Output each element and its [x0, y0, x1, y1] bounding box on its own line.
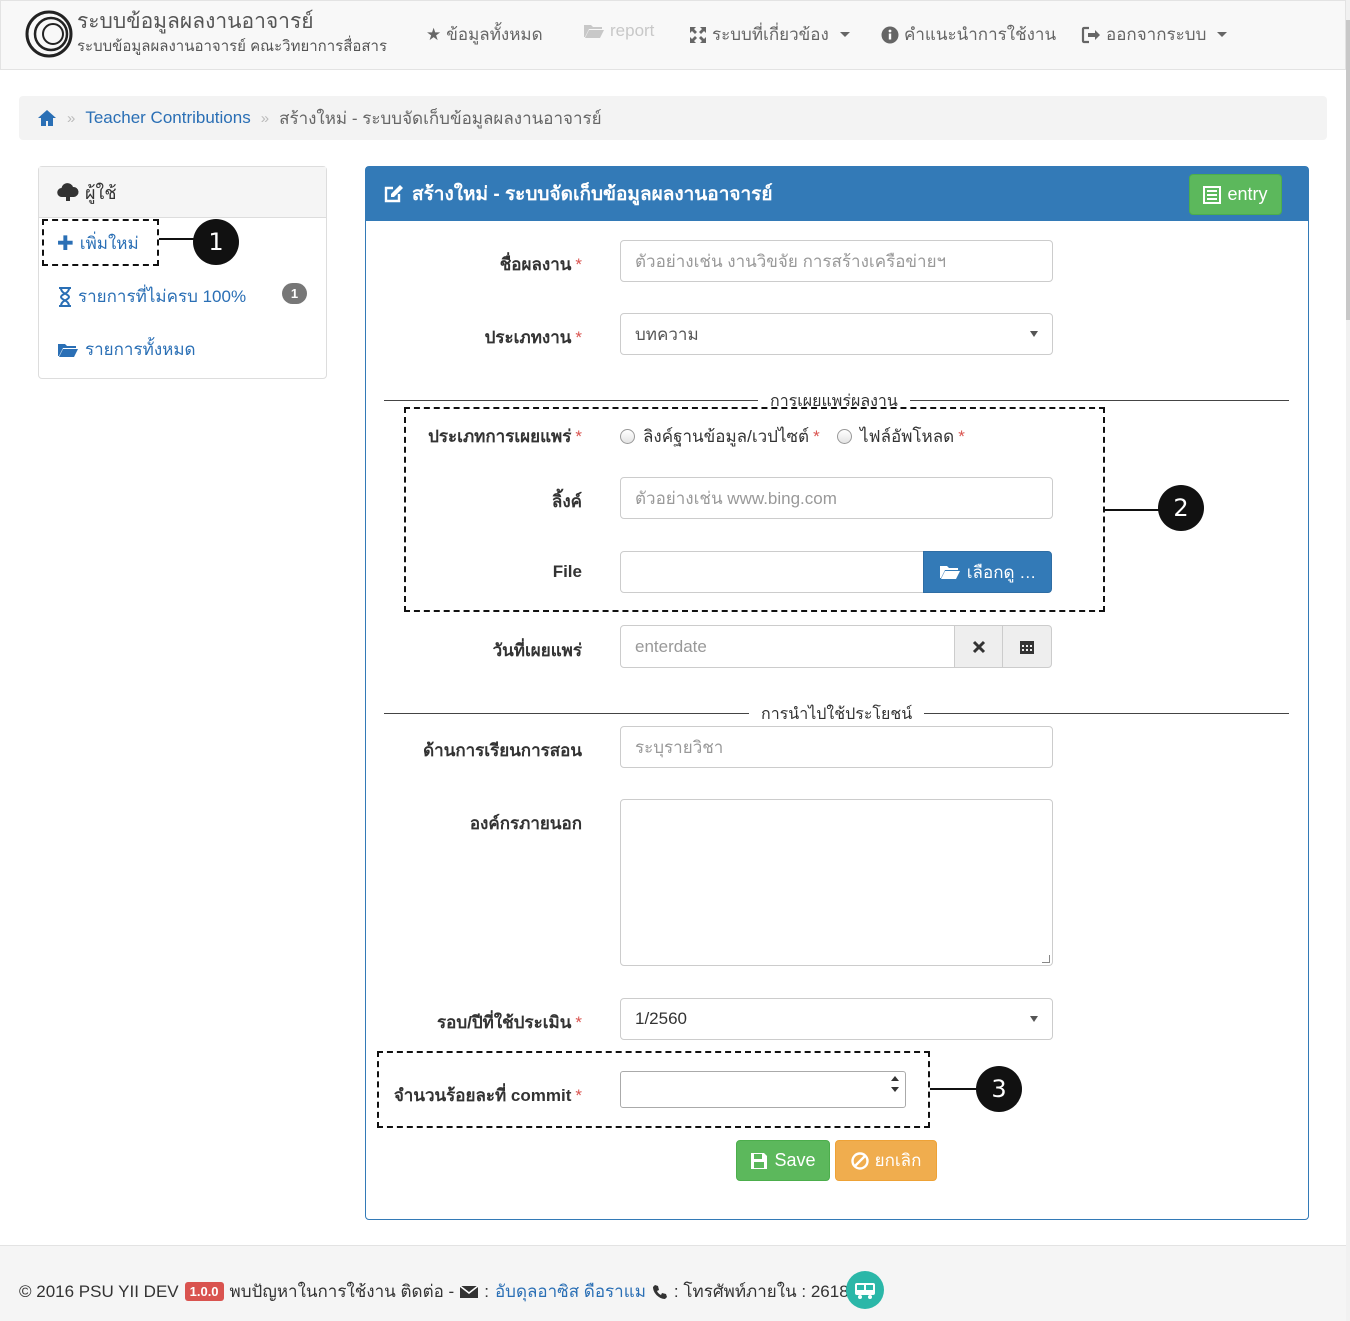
sidebar-item-incomplete[interactable]: รายการที่ไม่ครบ 100%: [58, 283, 246, 310]
colon-separator: :: [484, 1281, 489, 1301]
annotation-line-3: [930, 1088, 980, 1090]
chevron-down-icon: [839, 32, 850, 37]
logout-icon: [1081, 26, 1100, 43]
footer-content: © 2016 PSU YII DEV 1.0.0 พบปัญหาในการใช้…: [19, 1278, 849, 1305]
breadcrumb-current: สร้างใหม่ - ระบบจัดเก็บข้อมูลผลงานอาจารย…: [279, 108, 602, 128]
envelope-icon: [460, 1284, 479, 1298]
annotation-line-2: [1105, 509, 1165, 511]
entry-button[interactable]: entry: [1189, 174, 1282, 215]
eval-round-select[interactable]: 1/2560: [620, 998, 1053, 1040]
footer: © 2016 PSU YII DEV 1.0.0 พบปัญหาในการใช้…: [0, 1245, 1346, 1321]
annotation-marker-2: 2: [1158, 485, 1204, 531]
teaching-label: ด้านการเรียนการสอน: [423, 741, 582, 760]
resize-handle-icon[interactable]: [1042, 955, 1050, 963]
ban-icon: [850, 1151, 869, 1170]
calendar-icon: [1020, 640, 1034, 654]
sidebar-item-label: รายการที่ไม่ครบ 100%: [78, 287, 247, 306]
breadcrumb-separator: »: [260, 109, 270, 127]
annotation-box-3: [377, 1051, 930, 1128]
top-navbar: ระบบข้อมูลผลงานอาจารย์ ระบบข้อมูลผลงานอา…: [0, 0, 1346, 70]
annotation-box-2: [404, 407, 1105, 612]
annotation-marker-1: 1: [193, 219, 239, 265]
publish-date-input[interactable]: enterdate: [620, 625, 956, 668]
contact-name-link[interactable]: อับดุลอาซิส ดือราแม: [495, 1278, 646, 1305]
list-alt-icon: [1203, 185, 1222, 204]
cloud-upload-icon: [57, 183, 79, 201]
nav-report[interactable]: report: [583, 21, 654, 41]
star-icon: ★: [426, 24, 442, 44]
chevron-down-icon: [1030, 331, 1038, 337]
nav-logout[interactable]: ออกจากระบบ: [1081, 21, 1228, 48]
work-name-input[interactable]: ตัวอย่างเช่น งานวิขจัย การสร้างเครือข่าย…: [620, 240, 1053, 282]
home-icon[interactable]: [37, 109, 57, 127]
calendar-button[interactable]: [1002, 625, 1052, 668]
legend-benefit: การนำไปใช้ประโยชน์: [749, 702, 925, 727]
annotation-marker-3: 3: [976, 1066, 1022, 1112]
incomplete-count-badge: 1: [282, 283, 307, 304]
brand-logo[interactable]: [24, 9, 74, 59]
edit-icon: [384, 185, 403, 203]
breadcrumb: » Teacher Contributions » สร้างใหม่ - ระ…: [19, 96, 1327, 140]
clear-date-button[interactable]: [954, 625, 1004, 668]
breadcrumb-link[interactable]: Teacher Contributions: [85, 108, 250, 128]
close-icon: [972, 640, 986, 653]
phone-icon: [652, 1284, 667, 1299]
nav-label: ออกจากระบบ: [1106, 25, 1207, 44]
sidebar-item-all-items[interactable]: รายการทั้งหมด: [57, 336, 196, 363]
work-type-label: ประเภทงาน *: [484, 328, 582, 347]
entry-label: entry: [1227, 184, 1268, 204]
copyright-text: © 2016 PSU YII DEV: [19, 1281, 179, 1301]
nav-user-guide[interactable]: คำแนะนำการใช้งาน: [881, 21, 1056, 48]
work-name-label: ชื่อผลงาน *: [499, 255, 582, 274]
sidebar-item-label: รายการทั้งหมด: [85, 340, 196, 359]
cancel-button[interactable]: ยกเลิก: [835, 1140, 937, 1181]
annotation-box-1: [42, 219, 159, 266]
hourglass-icon: [59, 286, 71, 307]
sidebar-title: ผู้ใช้: [85, 182, 117, 203]
folder-open-icon: [58, 343, 78, 357]
eval-round-label: รอบ/ปีที่ใช้ประเมิน *: [436, 1013, 582, 1032]
external-org-textarea[interactable]: [620, 799, 1053, 966]
breadcrumb-separator: »: [67, 109, 76, 127]
info-icon: [881, 26, 899, 43]
external-org-label: องค์กรภายนอก: [469, 814, 582, 833]
contact-text: พบปัญหาในการใช้งาน ติดต่อ -: [229, 1282, 455, 1301]
version-badge: 1.0.0: [184, 1282, 224, 1301]
teaching-input[interactable]: ระบุรายวิชา: [620, 726, 1053, 768]
folder-open-icon: [584, 25, 604, 38]
nav-label: ข้อมูลทั้งหมด: [446, 25, 543, 44]
nav-label: report: [610, 21, 655, 40]
save-button[interactable]: Save: [736, 1140, 830, 1181]
scrollbar-thumb[interactable]: [1346, 20, 1350, 320]
fullscreen-icon: [690, 26, 706, 43]
nav-all-data[interactable]: ★ ข้อมูลทั้งหมด: [426, 21, 543, 48]
brand-subtitle[interactable]: ระบบข้อมูลผลงานอาจารย์ คณะวิทยาการสื่อสา…: [77, 34, 387, 58]
nav-related-systems[interactable]: ระบบที่เกี่ยวข้อง: [689, 21, 850, 48]
phone-text: : โทรศัพท์ภายใน : 2618: [673, 1282, 849, 1301]
sidebar-header: ผู้ใช้: [39, 167, 326, 218]
nav-label: คำแนะนำการใช้งาน: [904, 25, 1057, 44]
publish-date-label: วันที่เผยแพร่: [492, 641, 582, 660]
chevron-down-icon: [1217, 32, 1228, 37]
panel-title: สร้างใหม่ - ระบบจัดเก็บข้อมูลผลงานอาจารย…: [412, 184, 773, 205]
nav-label: ระบบที่เกี่ยวข้อง: [712, 25, 829, 44]
bus-icon[interactable]: [846, 1271, 884, 1309]
panel-header: สร้างใหม่ - ระบบจัดเก็บข้อมูลผลงานอาจารย…: [366, 167, 1308, 221]
chevron-down-icon: [1030, 1016, 1038, 1022]
work-type-select[interactable]: บทความ: [620, 313, 1053, 355]
floppy-icon: [751, 1152, 768, 1169]
